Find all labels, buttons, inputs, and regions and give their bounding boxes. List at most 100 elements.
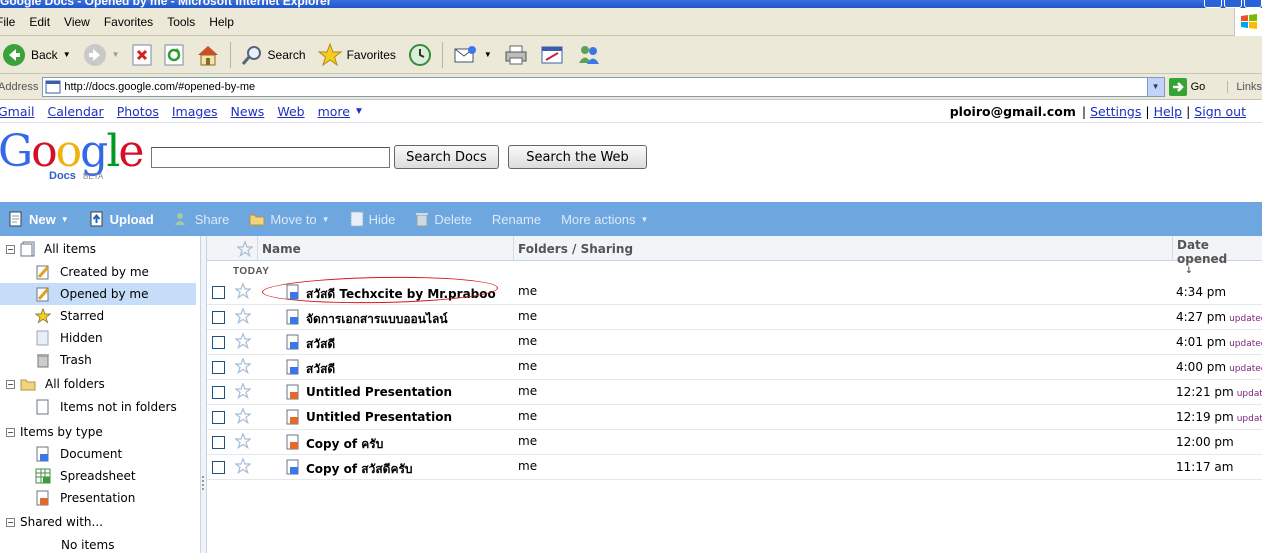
star-outline-icon[interactable]: [233, 331, 253, 352]
more-actions-button[interactable]: More actions ▼: [561, 212, 648, 227]
delete-button[interactable]: Delete: [415, 211, 472, 227]
new-button[interactable]: New ▼: [8, 211, 69, 227]
history-button[interactable]: [402, 43, 438, 67]
sidebar-item-created-by-me[interactable]: Created by me: [0, 261, 196, 283]
sidebar-item-trash[interactable]: Trash: [0, 349, 196, 371]
doc-name-link[interactable]: สวัสดี: [306, 360, 335, 379]
row-checkbox[interactable]: [212, 311, 225, 324]
menu-tools[interactable]: Tools: [160, 15, 202, 29]
sidebar-item-document[interactable]: Document: [0, 443, 196, 465]
hide-button[interactable]: Hide: [350, 211, 395, 227]
sidebar-item-opened-by-me[interactable]: Opened by me: [0, 283, 196, 305]
forward-arrow-icon: [83, 43, 106, 66]
menu-view[interactable]: View: [57, 15, 97, 29]
menu-file[interactable]: File: [0, 15, 22, 29]
doc-name-link[interactable]: Copy of ครับ: [306, 435, 383, 454]
messenger-button[interactable]: [570, 43, 608, 67]
star-outline-icon[interactable]: [233, 456, 253, 477]
links-toolbar[interactable]: Links: [1227, 80, 1262, 93]
doc-name-link[interactable]: สวัสดี: [306, 335, 335, 354]
row-checkbox[interactable]: [212, 386, 225, 399]
row-checkbox[interactable]: [212, 436, 225, 449]
table-row[interactable]: Untitled Presentation me 12:19 pmupdated: [207, 405, 1262, 430]
doc-name-link[interactable]: Untitled Presentation: [306, 410, 452, 424]
star-outline-icon[interactable]: [233, 406, 253, 427]
nav-news[interactable]: News: [231, 104, 265, 119]
sidebar-item-all-items[interactable]: − All items: [0, 238, 196, 260]
sidebar-item-presentation[interactable]: Presentation: [0, 487, 196, 509]
menu-edit[interactable]: Edit: [22, 15, 57, 29]
row-checkbox[interactable]: [212, 461, 225, 474]
collapse-toggle-icon[interactable]: −: [6, 427, 15, 437]
date-column-header[interactable]: Date opened ↓: [1172, 236, 1262, 276]
doc-name-link[interactable]: Untitled Presentation: [306, 385, 452, 399]
collapse-toggle-icon[interactable]: −: [6, 517, 15, 527]
help-link[interactable]: Help: [1154, 104, 1183, 119]
sidebar-item-all-folders[interactable]: − All folders: [0, 373, 196, 395]
search-web-button[interactable]: Search the Web: [508, 145, 647, 169]
minimize-button[interactable]: [1204, 0, 1222, 8]
close-window-button[interactable]: [1244, 0, 1262, 8]
nav-web[interactable]: Web: [277, 104, 304, 119]
star-outline-icon[interactable]: [233, 306, 253, 327]
search-button[interactable]: Search: [235, 44, 312, 66]
table-row[interactable]: Copy of ครับ me 12:00 pm: [207, 430, 1262, 455]
sidebar-item-hidden[interactable]: Hidden: [0, 327, 196, 349]
chevron-down-icon: ▼: [60, 214, 69, 224]
doc-name-link[interactable]: Copy of สวัสดีครับ: [306, 460, 413, 479]
sidebar-item-starred[interactable]: Starred: [0, 305, 196, 327]
row-checkbox[interactable]: [212, 336, 225, 349]
nav-images[interactable]: Images: [172, 104, 218, 119]
menu-help[interactable]: Help: [202, 15, 241, 29]
collapse-toggle-icon[interactable]: −: [6, 379, 15, 389]
name-column-header[interactable]: Name: [257, 236, 513, 261]
table-row[interactable]: จัดการเอกสารแบบออนไลน์ me 4:27 pmupdated: [207, 305, 1262, 330]
nav-more[interactable]: more: [318, 104, 350, 119]
search-docs-input[interactable]: [151, 147, 390, 168]
star-column-header[interactable]: [232, 236, 257, 261]
search-docs-button[interactable]: Search Docs: [394, 145, 499, 169]
row-checkbox[interactable]: [212, 286, 225, 299]
table-row[interactable]: สวัสดี me 4:00 pmupdated: [207, 355, 1262, 380]
nav-photos[interactable]: Photos: [117, 104, 159, 119]
nav-calendar[interactable]: Calendar: [47, 104, 103, 119]
address-dropdown-icon[interactable]: ▼: [1146, 77, 1164, 96]
maximize-button[interactable]: [1224, 0, 1242, 8]
collapse-toggle-icon[interactable]: −: [6, 244, 15, 254]
sidebar-item-shared-with[interactable]: − Shared with...: [0, 511, 196, 533]
doc-name-link[interactable]: จัดการเอกสารแบบออนไลน์: [306, 310, 448, 329]
settings-link[interactable]: Settings: [1090, 104, 1141, 119]
refresh-button[interactable]: [158, 44, 190, 66]
stop-button[interactable]: [126, 44, 158, 66]
upload-button[interactable]: Upload: [89, 211, 154, 227]
sidebar-item-items-not-in-folders[interactable]: Items not in folders: [0, 396, 196, 418]
table-row[interactable]: Copy of สวัสดีครับ me 11:17 am: [207, 455, 1262, 480]
table-row[interactable]: Untitled Presentation me 12:21 pmupdated: [207, 380, 1262, 405]
share-button[interactable]: Share: [174, 211, 229, 227]
google-docs-logo[interactable]: Google Docs BETA: [0, 130, 145, 186]
sidebar-item-items-by-type[interactable]: − Items by type: [0, 421, 196, 443]
mail-button[interactable]: ▼: [447, 44, 498, 66]
home-button[interactable]: [190, 43, 226, 67]
sign-out-link[interactable]: Sign out: [1194, 104, 1246, 119]
star-outline-icon[interactable]: [233, 356, 253, 377]
star-outline-icon[interactable]: [233, 431, 253, 452]
nav-gmail[interactable]: Gmail: [0, 104, 34, 119]
back-button[interactable]: Back ▼: [0, 43, 77, 67]
row-checkbox[interactable]: [212, 411, 225, 424]
menu-favorites[interactable]: Favorites: [97, 15, 160, 29]
forward-button[interactable]: ▼: [77, 43, 126, 67]
edit-button[interactable]: [534, 44, 570, 66]
go-button[interactable]: Go: [1168, 77, 1205, 96]
star-outline-icon[interactable]: [233, 281, 253, 302]
rename-button[interactable]: Rename: [492, 212, 541, 227]
favorites-button[interactable]: Favorites: [312, 42, 402, 67]
folders-column-header[interactable]: Folders / Sharing: [513, 236, 1172, 261]
row-checkbox[interactable]: [212, 361, 225, 374]
print-button[interactable]: [498, 44, 534, 66]
move-to-button[interactable]: Move to ▼: [249, 212, 330, 227]
sidebar-item-spreadsheet[interactable]: Spreadsheet: [0, 465, 196, 487]
star-outline-icon[interactable]: [233, 381, 253, 402]
table-row[interactable]: สวัสดี me 4:01 pmupdated: [207, 330, 1262, 355]
address-input[interactable]: http://docs.google.com/#opened-by-me ▼: [42, 76, 1165, 97]
